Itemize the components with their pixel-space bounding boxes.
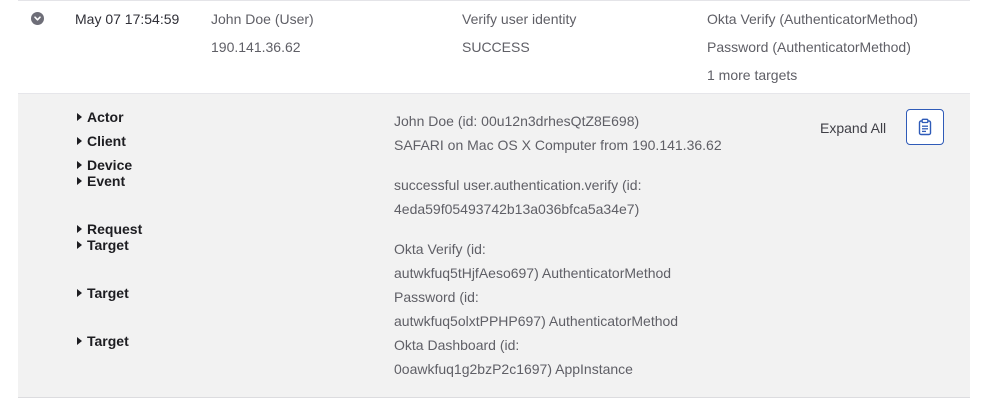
event-time: May 07 17:54:59 <box>75 11 180 27</box>
event-action: Verify user identity <box>462 11 577 27</box>
target-value: Okta Verify (id: <box>394 241 486 257</box>
event-target: Okta Verify (AuthenticatorMethod) <box>707 11 918 27</box>
section-actor[interactable]: Actor <box>77 109 124 125</box>
caret-right-icon <box>77 113 82 121</box>
clipboard-icon <box>918 118 932 136</box>
caret-right-icon <box>77 225 82 233</box>
caret-right-icon <box>77 289 82 297</box>
chevron-down-circle-icon[interactable] <box>31 12 44 25</box>
target-value: autwkfuq5olxtPPHP697) AuthenticatorMetho… <box>394 313 679 329</box>
section-target[interactable]: Target <box>77 333 129 349</box>
caret-right-icon <box>77 161 82 169</box>
section-device[interactable]: Device <box>77 157 132 173</box>
client-value: SAFARI on Mac OS X Computer from 190.141… <box>394 137 722 153</box>
caret-right-icon <box>77 337 82 345</box>
section-client[interactable]: Client <box>77 133 126 149</box>
expand-all-link[interactable]: Expand All <box>820 118 886 138</box>
event-ip: 190.141.36.62 <box>211 39 301 55</box>
target-value: autwkfuq5tHjfAeso697) AuthenticatorMetho… <box>394 265 672 281</box>
copy-button[interactable] <box>906 109 944 145</box>
section-request[interactable]: Request <box>77 221 142 237</box>
caret-right-icon <box>77 137 82 145</box>
event-actor: John Doe (User) <box>211 11 314 27</box>
caret-right-icon <box>77 177 82 185</box>
event-target: Password (AuthenticatorMethod) <box>707 39 911 55</box>
actor-value: John Doe (id: 00u12n3drhesQtZ8E698) <box>394 113 640 129</box>
section-event[interactable]: Event <box>77 173 125 189</box>
event-value: successful user.authentication.verify (i… <box>394 177 642 193</box>
target-value: Okta Dashboard (id: <box>394 337 520 353</box>
section-target[interactable]: Target <box>77 285 129 301</box>
more-targets: 1 more targets <box>707 67 798 83</box>
caret-right-icon <box>77 241 82 249</box>
event-outcome: SUCCESS <box>462 39 530 55</box>
target-value: 0oawkfuq1g2bzP2c1697) AppInstance <box>394 361 633 377</box>
event-value: 4eda59f05493742b13a036bfca5a34e7) <box>394 201 640 217</box>
section-target[interactable]: Target <box>77 237 129 253</box>
target-value: Password (id: <box>394 289 479 305</box>
